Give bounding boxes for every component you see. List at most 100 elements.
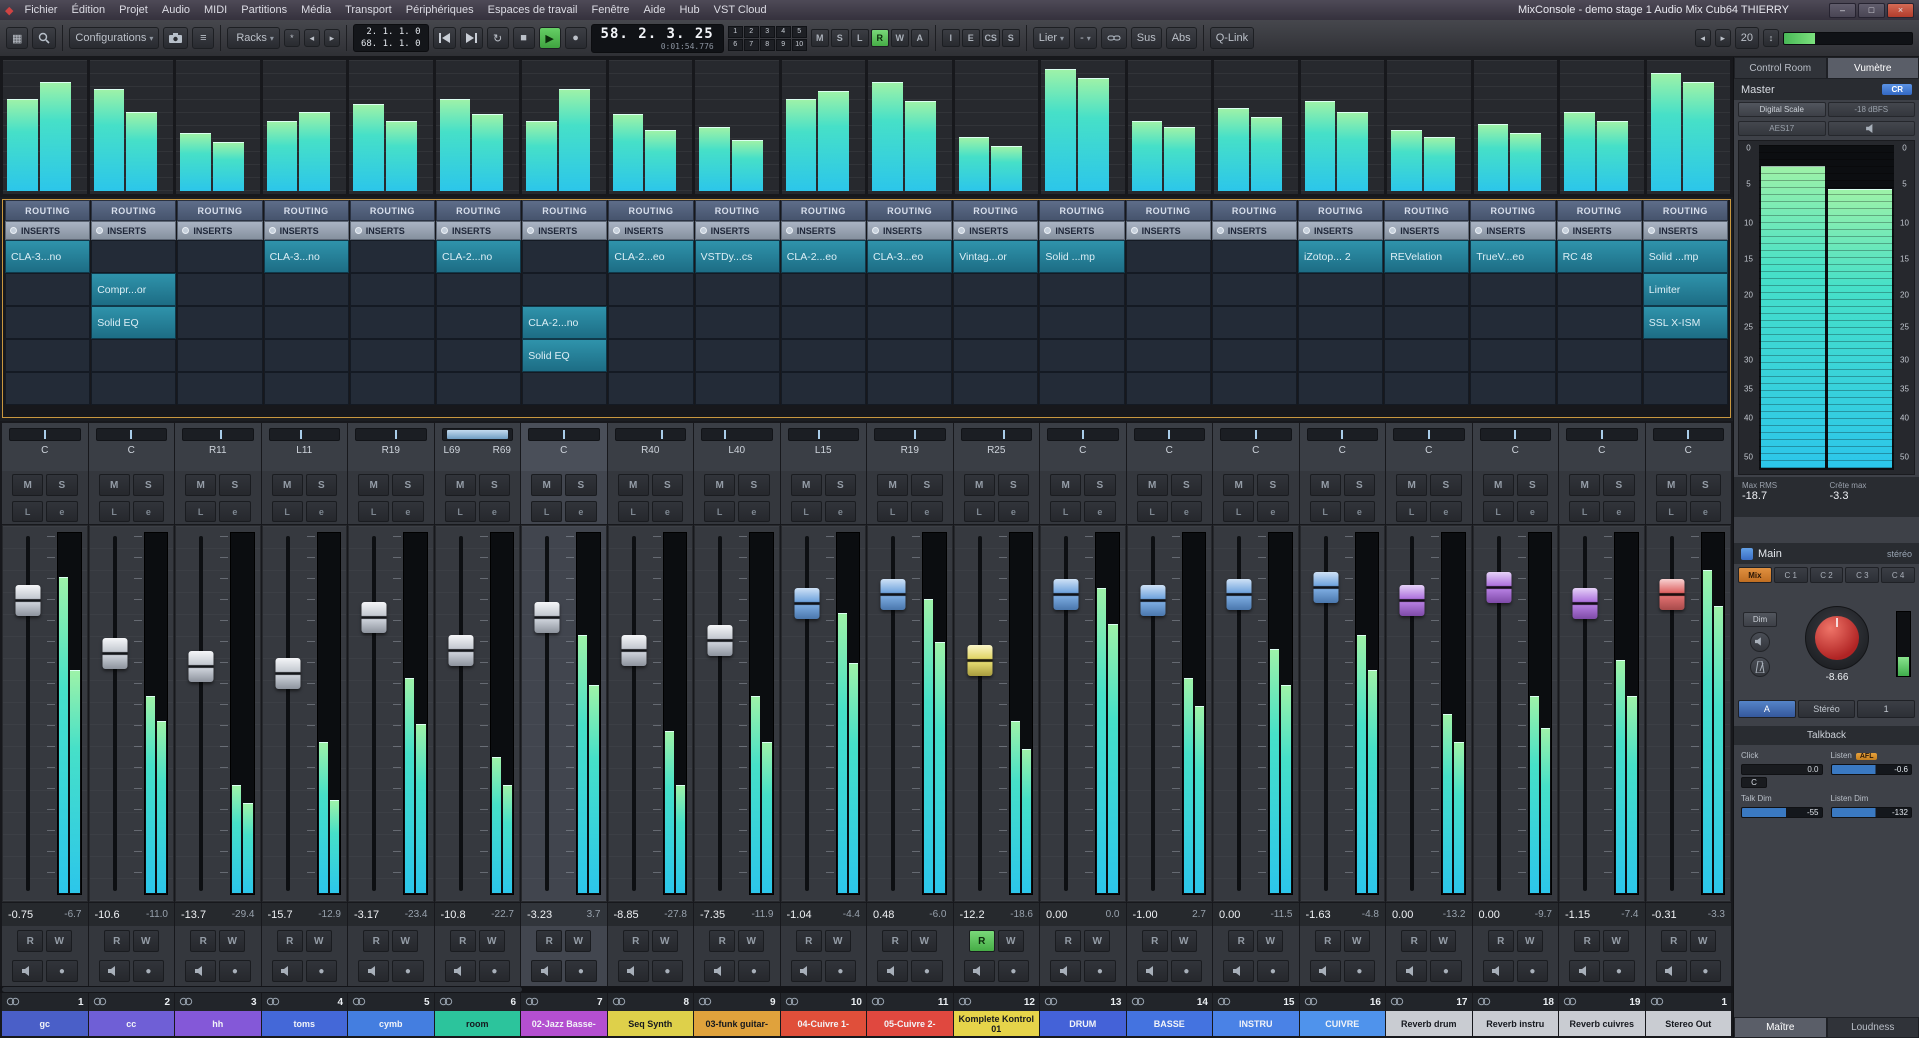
channel-name[interactable]: INSTRU [1213, 1011, 1299, 1036]
insert-slot-empty[interactable] [1557, 273, 1642, 306]
locators-display[interactable]: 2. 1. 1. 0 68. 1. 1. 0 [353, 24, 429, 52]
marker-button-10[interactable]: 10 [792, 39, 807, 51]
racks-dropdown[interactable]: Racks▾ [227, 27, 280, 49]
routing-slot[interactable]: ROUTING [1039, 200, 1124, 221]
record-enable-button[interactable]: ● [1257, 960, 1288, 982]
pan-control[interactable]: C [2, 423, 88, 471]
fader-cap[interactable] [189, 651, 214, 682]
pan-track[interactable] [96, 428, 168, 441]
inserts-header[interactable]: INSERTS [5, 221, 90, 240]
meter-filter-button[interactable] [1828, 121, 1916, 136]
menu-édition[interactable]: Édition [64, 4, 112, 16]
record-enable-button[interactable]: ● [46, 960, 77, 982]
write-automation-button[interactable]: W [1344, 930, 1370, 952]
mute-button[interactable]: M [1483, 474, 1514, 496]
tab-loudness[interactable]: Loudness [1827, 1017, 1919, 1038]
insert-slot-plugin[interactable]: REVelation [1384, 240, 1469, 273]
mute-button[interactable]: M [964, 474, 995, 496]
insert-slot-empty[interactable] [1126, 273, 1211, 306]
pan-control[interactable]: C [1646, 423, 1732, 471]
scrollbar-thumb[interactable] [2, 987, 522, 992]
filter-i-button[interactable]: I [942, 29, 960, 47]
listen-button[interactable]: L [618, 501, 649, 522]
insert-slot-empty[interactable] [867, 372, 952, 405]
pan-track[interactable] [1480, 428, 1552, 441]
fader-track-area[interactable] [357, 532, 391, 895]
channel-name[interactable]: BASSE [1127, 1011, 1213, 1036]
channel-name[interactable]: cc [89, 1011, 175, 1036]
next-config-button[interactable]: ▸ [324, 29, 340, 47]
close-button[interactable]: × [1887, 3, 1914, 18]
channel-name[interactable]: Stereo Out [1646, 1011, 1732, 1036]
edit-channel-button[interactable]: e [46, 501, 77, 522]
edit-channel-button[interactable]: e [1084, 501, 1115, 522]
insert-slot-plugin[interactable]: Solid EQ [91, 306, 176, 339]
edit-channel-button[interactable]: e [392, 501, 423, 522]
monitor-speaker-button[interactable] [12, 960, 43, 982]
insert-slot-empty[interactable] [1298, 273, 1383, 306]
insert-slot-plugin[interactable]: Vintag...or [953, 240, 1038, 273]
talkback-header[interactable]: Talkback [1734, 726, 1919, 745]
edit-channel-button[interactable]: e [998, 501, 1029, 522]
menu-fichier[interactable]: Fichier [17, 4, 64, 16]
insert-slot-empty[interactable] [1557, 306, 1642, 339]
insert-slot-plugin[interactable]: VSTDy...cs [695, 240, 780, 273]
record-enable-button[interactable]: ● [998, 960, 1029, 982]
insert-slot-empty[interactable] [1384, 306, 1469, 339]
monitor-speaker-button[interactable] [1310, 960, 1341, 982]
routing-slot[interactable]: ROUTING [91, 200, 176, 221]
insert-slot-empty[interactable] [695, 339, 780, 372]
left-locator[interactable]: 2. 1. 1. 0 [361, 26, 421, 38]
digital-scale-button[interactable]: Digital Scale [1738, 102, 1826, 117]
abs-button[interactable]: Abs [1166, 27, 1197, 49]
solo-button[interactable]: S [1344, 474, 1375, 496]
fader-cap[interactable] [794, 588, 819, 619]
solo-button[interactable]: S [1171, 474, 1202, 496]
monitor-c2-button[interactable]: C 2 [1810, 567, 1844, 583]
fader-cap[interactable] [621, 635, 646, 666]
fader-cap[interactable] [1227, 579, 1252, 610]
pan-track[interactable] [269, 428, 341, 441]
aes17-button[interactable]: AES17 [1738, 121, 1826, 136]
routing-slot[interactable]: ROUTING [1212, 200, 1297, 221]
record-enable-button[interactable]: ● [565, 960, 596, 982]
edit-channel-button[interactable]: e [219, 501, 250, 522]
tab-maître[interactable]: Maître [1734, 1017, 1827, 1038]
insert-slot-empty[interactable] [1212, 306, 1297, 339]
insert-slot-plugin[interactable]: Solid EQ [522, 339, 607, 372]
insert-slot-empty[interactable] [608, 273, 693, 306]
talk-dim-slider[interactable]: -55 [1741, 807, 1823, 818]
mute-button[interactable]: M [1223, 474, 1254, 496]
monitor-speaker-button[interactable] [964, 960, 995, 982]
insert-slot-empty[interactable] [608, 306, 693, 339]
pan-track[interactable] [1566, 428, 1638, 441]
insert-slot-empty[interactable] [177, 372, 262, 405]
link-button[interactable] [1101, 27, 1127, 49]
record-enable-button[interactable]: ● [306, 960, 337, 982]
inserts-header[interactable]: INSERTS [608, 221, 693, 240]
insert-slot-empty[interactable] [1039, 372, 1124, 405]
tab-control-room[interactable]: Control Room [1734, 57, 1827, 79]
inserts-header[interactable]: INSERTS [522, 221, 607, 240]
insert-slot-empty[interactable] [1039, 339, 1124, 372]
click-pan[interactable]: C [1741, 777, 1767, 788]
menu-espaces-de-travail[interactable]: Espaces de travail [481, 4, 585, 16]
listen-button[interactable]: L [964, 501, 995, 522]
listen-button[interactable]: L [12, 501, 43, 522]
channel-name[interactable]: Seq Synth [608, 1011, 694, 1036]
fader-cap[interactable] [1659, 579, 1684, 610]
read-automation-button[interactable]: R [450, 930, 476, 952]
mute-button[interactable]: M [12, 474, 43, 496]
insert-slot-plugin[interactable]: CLA-2...eo [781, 240, 866, 273]
insert-slot-plugin[interactable]: Limiter [1643, 273, 1728, 306]
inserts-header[interactable]: INSERTS [436, 221, 521, 240]
fader-cap[interactable] [1400, 585, 1425, 616]
cycle-button[interactable]: ↻ [487, 27, 509, 49]
read-automation-button[interactable]: R [277, 930, 303, 952]
edit-channel-button[interactable]: e [1430, 501, 1461, 522]
insert-slot-empty[interactable] [695, 372, 780, 405]
zoom-out-button[interactable]: ◂ [1695, 29, 1711, 47]
insert-slot-empty[interactable] [867, 273, 952, 306]
fader-track-area[interactable] [876, 532, 910, 895]
insert-slot-plugin[interactable]: Compr...or [91, 273, 176, 306]
